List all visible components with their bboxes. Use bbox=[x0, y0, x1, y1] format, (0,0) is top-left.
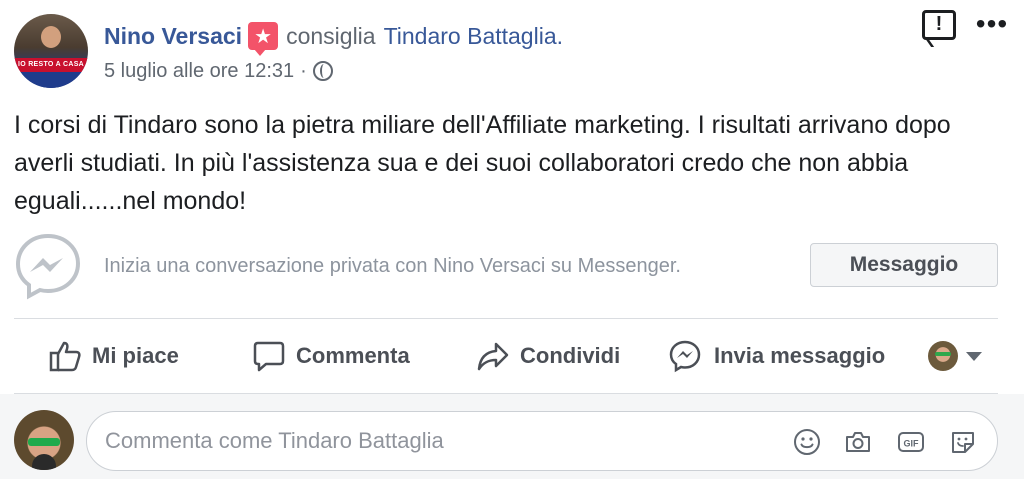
chevron-down-icon bbox=[966, 351, 982, 361]
meta-separator: · bbox=[300, 59, 307, 82]
thumbs-up-icon bbox=[49, 341, 81, 372]
recommendation-icon: ★ bbox=[248, 22, 279, 56]
current-user-avatar bbox=[14, 410, 74, 470]
comment-button[interactable]: Commenta bbox=[252, 334, 410, 378]
report-icon[interactable]: ! bbox=[922, 10, 956, 40]
messenger-cta-text: Inizia una conversazione privata con Nin… bbox=[104, 255, 681, 277]
post-header: Nino Versaci ★ consiglia Tindaro Battagl… bbox=[104, 20, 563, 56]
avatar-face bbox=[41, 26, 61, 48]
post-meta: 5 luglio alle ore 12:31 · bbox=[104, 58, 333, 84]
avatar-banner-strip bbox=[14, 72, 88, 88]
svg-text:GIF: GIF bbox=[904, 439, 920, 449]
comment-icon bbox=[253, 341, 285, 372]
more-options-icon[interactable]: ••• bbox=[972, 10, 1012, 38]
comment-label: Commenta bbox=[296, 343, 410, 368]
post-timestamp[interactable]: 5 luglio alle ore 12:31 bbox=[104, 60, 294, 83]
post-as-selector[interactable] bbox=[928, 340, 982, 372]
like-label: Mi piace bbox=[92, 343, 179, 368]
messenger-outline-icon bbox=[669, 340, 701, 373]
actor-avatar bbox=[928, 341, 958, 371]
globe-icon[interactable] bbox=[312, 61, 333, 81]
message-button[interactable]: Messaggio bbox=[810, 243, 998, 287]
like-button[interactable]: Mi piace bbox=[48, 334, 179, 378]
share-label: Condividi bbox=[520, 343, 621, 368]
send-message-label: Invia messaggio bbox=[714, 343, 886, 368]
sticker-icon[interactable] bbox=[948, 427, 978, 457]
divider-top bbox=[14, 318, 998, 319]
post-card: IO RESTO A CASA Nino Versaci ★ consiglia… bbox=[0, 0, 1024, 479]
emoji-icon[interactable] bbox=[792, 427, 822, 457]
post-text: I corsi di Tindaro sono la pietra miliar… bbox=[14, 111, 951, 215]
camera-icon[interactable] bbox=[843, 427, 873, 457]
author-name-link[interactable]: Nino Versaci bbox=[104, 23, 242, 50]
share-icon bbox=[477, 342, 509, 371]
recommend-verb: consiglia bbox=[286, 22, 376, 49]
avatar-banner: IO RESTO A CASA bbox=[14, 58, 88, 72]
share-button[interactable]: Condividi bbox=[476, 334, 620, 378]
recommended-page-link[interactable]: Tindaro Battaglia. bbox=[384, 23, 563, 50]
messenger-icon bbox=[15, 233, 81, 300]
send-message-button[interactable]: Invia messaggio bbox=[668, 334, 885, 378]
author-avatar[interactable]: IO RESTO A CASA bbox=[14, 14, 88, 88]
gif-icon[interactable]: GIF bbox=[896, 427, 926, 457]
